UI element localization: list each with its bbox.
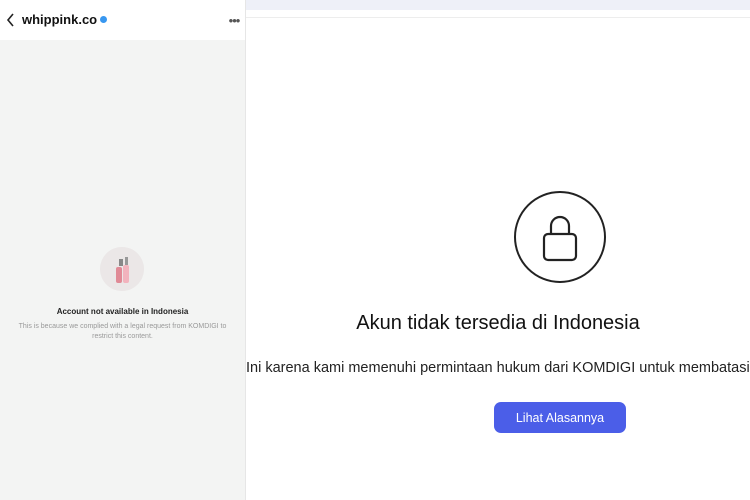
top-bar: [246, 0, 750, 10]
right-heading: Akun tidak tersedia di Indonesia: [356, 312, 640, 334]
username-wrapper: whippink.co: [22, 12, 108, 27]
right-message-wrapper: Ini karena kami memenuhi permintaan huku…: [246, 360, 750, 376]
right-message: Ini karena kami memenuhi permintaan huku…: [246, 360, 750, 376]
verified-badge-icon: [100, 16, 108, 23]
more-options-icon: •••: [228, 12, 241, 28]
left-panel: whippink.co ••• Account not available in…: [0, 0, 245, 500]
more-options-button[interactable]: •••: [226, 10, 242, 30]
top-divider: [246, 17, 750, 18]
left-message: This is because we complied with a legal…: [18, 323, 227, 340]
lock-icon: [542, 215, 578, 262]
avatar: [100, 247, 144, 291]
back-button[interactable]: [3, 10, 19, 30]
left-heading: Account not available in Indonesia: [56, 307, 189, 316]
see-reason-label: Lihat Alasannya: [515, 410, 605, 425]
lock-icon-container: [514, 191, 606, 283]
chevron-left-icon: [6, 13, 14, 27]
profile-header: whippink.co •••: [0, 0, 245, 40]
username: whippink.co: [22, 12, 98, 27]
see-reason-button[interactable]: Lihat Alasannya: [494, 402, 626, 433]
